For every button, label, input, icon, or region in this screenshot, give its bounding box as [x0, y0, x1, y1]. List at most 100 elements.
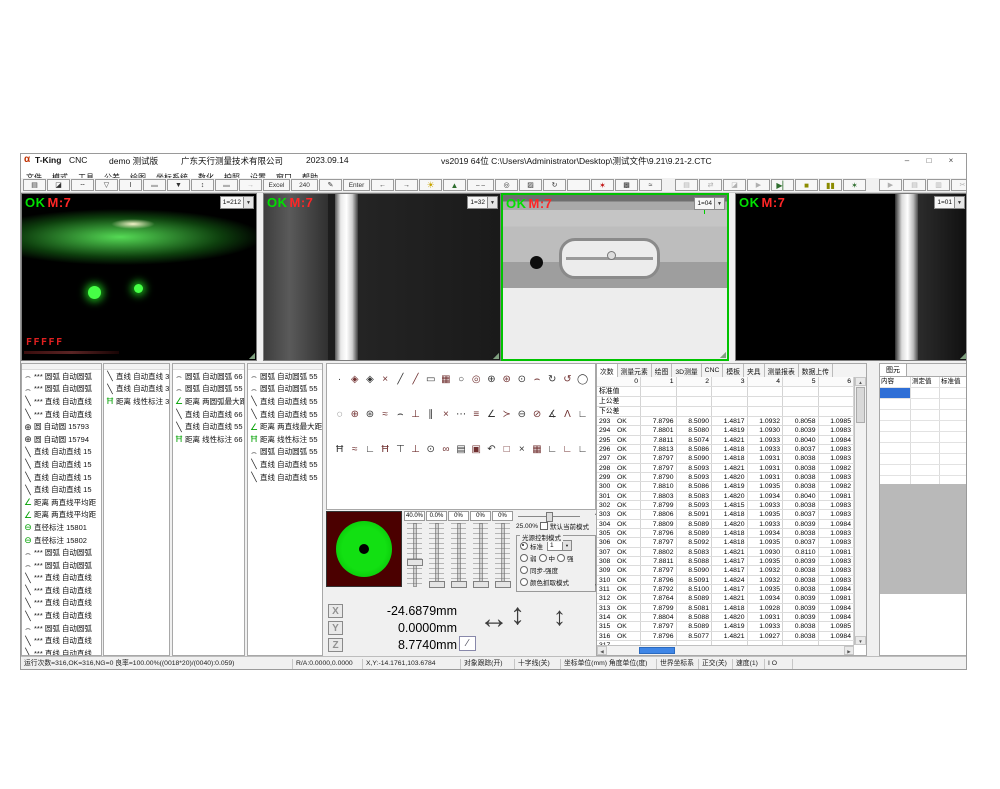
table-row[interactable]: 标准值 [597, 387, 854, 397]
table-tab-5[interactable]: CNC [702, 364, 724, 377]
measure-item[interactable]: ╲*** 直线 自动直线 [22, 647, 101, 656]
light-channel-slider[interactable]: 0.0% [426, 511, 447, 589]
save-program-button[interactable]: ▤ [675, 179, 698, 191]
disabled-slot2-button[interactable]: ▬ [215, 179, 238, 191]
mode-mid-radio[interactable] [539, 554, 547, 562]
measure-item[interactable]: ╲直线 自动直线 55 [248, 458, 322, 471]
element-row[interactable] [880, 388, 967, 399]
table-row[interactable]: 301OK7.88038.50831.48201.09340.80401.098… [597, 492, 854, 501]
minimize-button[interactable]: – [896, 155, 918, 167]
light-bulb-button[interactable]: ☀ [419, 179, 442, 191]
toolbox-tool-icon[interactable]: ∡ [545, 407, 560, 422]
measure-item[interactable]: ╲直线 自动直线 55 [173, 420, 244, 433]
toolbox-tool-icon[interactable]: ↶ [484, 442, 499, 457]
funnel-button[interactable]: ▼ [167, 179, 190, 191]
element-row[interactable] [880, 443, 967, 454]
blank-button[interactable] [567, 179, 590, 191]
stop-button[interactable]: ■ [795, 179, 818, 191]
toolbox-tool-icon[interactable]: ⌢ [529, 372, 544, 387]
cut-button[interactable]: ✂ [951, 179, 967, 191]
toolbox-tool-icon[interactable]: ⊖ [514, 407, 529, 422]
camera-zoom-select[interactable]: 1=04▼ [694, 197, 725, 210]
toolbox-tool-icon[interactable]: ╱ [408, 372, 423, 387]
mode-weak-radio[interactable] [520, 554, 528, 562]
toolbox-tool-icon[interactable]: ≈ [347, 442, 362, 457]
measure-item[interactable]: ∠距离 两圆弧最大距 [173, 395, 244, 408]
toolbox-tool-icon[interactable]: · [332, 372, 347, 387]
mode-sync-radio[interactable] [520, 566, 528, 574]
slider-thumb[interactable] [451, 581, 467, 588]
light-channel-slider[interactable]: 0% [448, 511, 469, 589]
vertical-scrollbar[interactable]: ▲ ▼ [854, 377, 866, 645]
enter-button[interactable]: Enter [343, 179, 370, 191]
measure-item[interactable]: ⌢*** 圆弧 自动圆弧 [22, 559, 101, 572]
dropdown-icon[interactable]: ▼ [243, 197, 253, 208]
measure-item[interactable]: ╲直线 自动直线 15 [22, 446, 101, 459]
measure-item[interactable]: Ħ距离 线性标注 66 [173, 433, 244, 446]
light-channel-slider[interactable]: 0% [492, 511, 513, 589]
dropdown-icon[interactable]: ▼ [562, 541, 571, 550]
table-row[interactable]: 300OK7.88108.50861.48191.09350.80381.098… [597, 482, 854, 491]
element-row[interactable] [880, 399, 967, 410]
hatch-button[interactable]: ▨ [519, 179, 542, 191]
save2-button[interactable]: ▤ [903, 179, 926, 191]
measure-item[interactable]: ╲*** 直线 自动直线 [22, 572, 101, 585]
camera-zoom-select[interactable]: 1=212▼ [220, 196, 254, 209]
slider-track[interactable] [470, 523, 491, 587]
element-row[interactable] [880, 421, 967, 432]
slider-thumb[interactable] [429, 581, 445, 588]
toolbox-tool-icon[interactable]: ▦ [438, 372, 453, 387]
image-button[interactable]: ▲ [443, 179, 466, 191]
resize-handle-icon[interactable]: ◢ [249, 351, 255, 360]
table-row[interactable]: 297OK7.87978.50901.48181.09310.80381.098… [597, 454, 854, 463]
toolbox-tool-icon[interactable]: ∟ [362, 442, 377, 457]
measure-item[interactable]: ╲*** 直线 自动直线 [22, 597, 101, 610]
table-tab-4[interactable]: 3D测量 [672, 364, 701, 377]
toolbox-tool-icon[interactable]: ⊤ [393, 442, 408, 457]
toolbox-tool-icon[interactable]: ≻ [499, 407, 514, 422]
diagonal-move-button[interactable]: ∕ [459, 636, 476, 651]
default-mode-checkbox[interactable] [540, 522, 548, 530]
table-tab-6[interactable]: 模板 [723, 364, 744, 377]
table-row[interactable]: 309OK7.87978.50901.48171.09320.80381.098… [597, 566, 854, 575]
scrollbar-thumb[interactable] [856, 387, 865, 423]
measure-item[interactable]: ⌢*** 圆弧 自动圆弧 [22, 622, 101, 635]
table-row[interactable]: 308OK7.88118.50881.48171.09350.80391.098… [597, 557, 854, 566]
measure-item[interactable]: ╲直线 自动直线 15 [22, 458, 101, 471]
table-tab-7[interactable]: 夹具 [744, 364, 765, 377]
scroll-up-icon[interactable]: ▲ [855, 377, 866, 386]
table-row[interactable]: 298OK7.87978.50931.48211.09310.80381.098… [597, 464, 854, 473]
table-row[interactable]: 313OK7.87998.50811.48181.09280.80391.098… [597, 604, 854, 613]
measure-item[interactable]: ⊖直径标注 15802 [22, 534, 101, 547]
table-tab-9[interactable]: 数据上传 [799, 364, 833, 377]
slider-track[interactable] [448, 523, 469, 587]
jog-x-icon[interactable]: ↔ [479, 602, 509, 636]
toolbox-tool-icon[interactable]: □ [499, 442, 514, 457]
excel-export-button[interactable]: Excel [263, 179, 290, 191]
toolbox-tool-icon[interactable]: ⊛ [499, 372, 514, 387]
scroll-right-icon[interactable]: ▶ [844, 646, 854, 655]
measure-item[interactable]: ⌢*** 圆弧 自动圆弧 [22, 370, 101, 383]
tools-button[interactable]: ✶ [843, 179, 866, 191]
toolbox-tool-icon[interactable]: ◌ [332, 407, 347, 422]
dropdown-icon[interactable]: ▼ [954, 197, 964, 208]
measure-item[interactable]: ╲*** 直线 自动直线 [22, 408, 101, 421]
measure-item[interactable]: ╲直线 自动直线 55 [248, 408, 322, 421]
step-arrow-button[interactable]: → [239, 179, 262, 191]
measure-item[interactable]: ⌢圆弧 自动圆弧 55 [173, 383, 244, 396]
right-arrow-button[interactable]: → [395, 179, 418, 191]
run-to-end-button[interactable]: ▶▏ [771, 179, 794, 191]
table-row[interactable]: 294OK7.88018.50801.48191.09300.80391.098… [597, 426, 854, 435]
measure-item[interactable]: ⊖直径标注 15801 [22, 521, 101, 534]
toolbox-tool-icon[interactable]: ◈ [347, 372, 362, 387]
open-program-button[interactable]: ◪ [723, 179, 746, 191]
toolbox-tool-icon[interactable]: ⌢ [393, 407, 408, 422]
measure-item[interactable]: ╲直线 自动直线 55 [248, 471, 322, 484]
play2-button[interactable]: ▶ [879, 179, 902, 191]
table-row[interactable]: 310OK7.87968.50911.48241.09320.80381.098… [597, 576, 854, 585]
camera-view-2[interactable]: OKM:7 1=32▼ ◢ [263, 193, 501, 361]
table-row[interactable]: 293OK7.87968.50901.48171.09320.80581.098… [597, 417, 854, 426]
toolbox-tool-icon[interactable]: ⊛ [362, 407, 377, 422]
table-row[interactable]: 下公差 [597, 407, 854, 417]
close-button[interactable]: × [940, 155, 962, 167]
